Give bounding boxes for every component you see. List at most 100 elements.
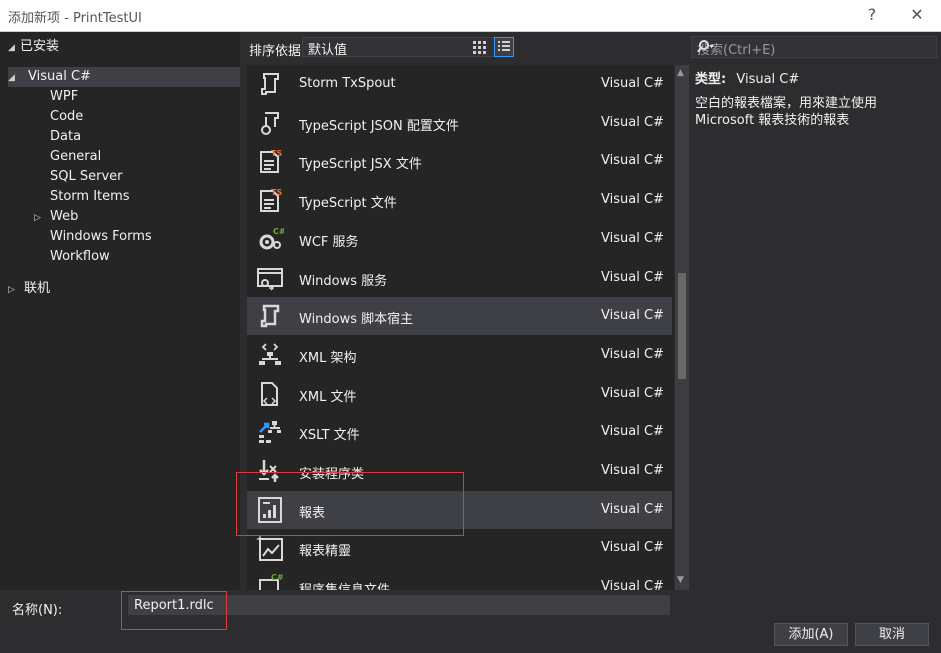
item-language: Visual C#: [601, 192, 664, 208]
item-name: 報表: [299, 505, 326, 521]
expanded-arrow-icon[interactable]: ◢: [8, 68, 20, 88]
item-language: Visual C#: [601, 269, 664, 285]
grid-view-icon: [473, 41, 486, 54]
installer-class-icon: [259, 460, 279, 482]
tree-node-label: Visual C#: [28, 69, 91, 84]
help-button[interactable]: ?: [852, 3, 892, 27]
title-bar: 添加新项 - PrintTestUI ? ✕: [0, 0, 941, 32]
wcf-service-icon: C#: [259, 227, 284, 250]
list-toolbar: 排序依据: 默认值 ▼: [241, 32, 686, 62]
storm-icon: [261, 73, 279, 95]
type-value: Visual C#: [736, 72, 800, 87]
template-tree-pane: ◢ 已安装 ◢ Visual C# WPF Code Data General SQ…: [0, 32, 240, 590]
small-icons-view-button[interactable]: [469, 37, 489, 57]
item-name: WCF 服务: [299, 234, 359, 250]
scrollbar-thumb[interactable]: [678, 273, 686, 379]
cancel-button[interactable]: 取消: [855, 623, 929, 646]
details-view-button[interactable]: [494, 37, 514, 57]
list-item[interactable]: Windows 服务 Visual C#: [247, 259, 672, 297]
template-list: Storm TxSpout Visual C# TypeScript JSON …: [247, 65, 674, 590]
sort-label: 排序依据:: [249, 44, 306, 59]
svg-text:TS: TS: [271, 188, 282, 197]
list-item[interactable]: TS TypeScript JSX 文件 Visual C#: [247, 142, 672, 180]
search-box[interactable]: 搜索(Ctrl+E): [691, 36, 937, 58]
tree-node-label: 已安装: [20, 39, 60, 54]
search-icon[interactable]: [697, 39, 930, 59]
list-item-selected[interactable]: 報表 Visual C#: [247, 490, 672, 529]
list-item[interactable]: 報表精靈 Visual C#: [247, 529, 672, 567]
item-name: Windows 服务: [299, 273, 388, 289]
item-language: Visual C#: [601, 230, 664, 246]
tree-node-workflow[interactable]: Workflow: [50, 247, 110, 267]
item-language: Visual C#: [601, 308, 664, 324]
scroll-down-arrow-icon[interactable]: ▼: [677, 575, 684, 585]
item-name: TypeScript 文件: [299, 196, 397, 212]
item-name: TypeScript JSON 配置文件: [299, 118, 459, 134]
svg-text:C#: C#: [271, 573, 284, 582]
list-item[interactable]: XML 文件 Visual C#: [247, 375, 672, 413]
name-input[interactable]: [128, 595, 670, 615]
tree-node-installed[interactable]: ◢ 已安装: [8, 37, 59, 57]
type-label: 类型:: [695, 72, 727, 87]
name-label: 名称(N):: [12, 603, 63, 618]
list-item[interactable]: 安装程序类 Visual C#: [247, 452, 672, 490]
tree-node-storm-items[interactable]: Storm Items: [50, 187, 130, 207]
list-item[interactable]: XSLT 文件 Visual C#: [247, 413, 672, 451]
tree-node-windows-forms[interactable]: Windows Forms: [50, 227, 152, 247]
list-item[interactable]: XML 架构 Visual C#: [247, 336, 672, 374]
item-language: Visual C#: [601, 463, 664, 478]
list-item[interactable]: Windows 脚本宿主 Visual C#: [247, 297, 672, 336]
tree-node-label: Web: [50, 209, 79, 224]
tree-node-web[interactable]: ▷ Web: [34, 207, 78, 227]
item-language: Visual C#: [601, 501, 664, 517]
xml-schema-icon: [259, 343, 281, 365]
report-wizard-icon: [256, 535, 283, 562]
xslt-file-icon: [259, 421, 281, 444]
tree-node-code[interactable]: Code: [50, 107, 83, 127]
collapsed-arrow-icon[interactable]: ▷: [34, 208, 46, 228]
window-title: 添加新项 - PrintTestUI: [8, 11, 142, 26]
close-button[interactable]: ✕: [897, 3, 937, 27]
tree-node-visual-csharp[interactable]: ◢ Visual C#: [8, 67, 240, 87]
list-item[interactable]: TS TypeScript 文件 Visual C#: [247, 181, 672, 219]
item-name: Windows 脚本宿主: [299, 312, 414, 328]
item-name: XML 文件: [299, 389, 357, 405]
tree-node-online[interactable]: ▷ 联机: [8, 279, 50, 299]
scroll-up-arrow-icon[interactable]: ▲: [677, 68, 684, 78]
list-item[interactable]: C# WCF 服务 Visual C#: [247, 220, 672, 258]
list-item[interactable]: Storm TxSpout Visual C#: [247, 65, 672, 103]
windows-service-icon: [257, 267, 283, 291]
xml-file-icon: [261, 381, 278, 406]
tree-node-general[interactable]: General: [50, 147, 101, 167]
list-view-icon: [498, 41, 510, 51]
item-language: Visual C#: [601, 346, 664, 362]
item-language: Visual C#: [601, 424, 664, 440]
item-language: Visual C#: [601, 76, 664, 91]
typescript-json-icon: [261, 111, 279, 135]
assembly-info-icon: C#: [259, 573, 284, 590]
tree-node-data[interactable]: Data: [50, 127, 81, 147]
add-button[interactable]: 添加(A): [774, 623, 848, 646]
item-name: 安装程序类: [299, 467, 365, 482]
item-name: XSLT 文件: [299, 428, 360, 444]
expanded-arrow-icon[interactable]: ◢: [8, 38, 20, 58]
item-language: Visual C#: [601, 540, 664, 556]
script-host-icon: [260, 304, 280, 328]
list-item[interactable]: C# 程序集信息文件 Visual C#: [247, 568, 672, 590]
item-name: TypeScript JSX 文件: [299, 157, 422, 173]
typescript-file-icon: TS: [260, 149, 282, 174]
bottom-bar: 名称(N): 添加(A) 取消: [0, 590, 941, 653]
typescript-file-icon: TS: [260, 188, 282, 213]
list-scrollbar[interactable]: ▲ ▼: [675, 65, 689, 590]
list-item[interactable]: TypeScript JSON 配置文件 Visual C#: [247, 104, 672, 142]
item-language: Visual C#: [601, 153, 664, 169]
detail-pane: 类型: Visual C# 空白的報表檔案，用來建立使用 Microsoft 報…: [695, 68, 935, 129]
tree-node-label: 联机: [24, 281, 51, 296]
item-language: Visual C#: [601, 385, 664, 401]
report-icon: [258, 496, 282, 523]
tree-node-wpf[interactable]: WPF: [50, 87, 78, 107]
item-language: Visual C#: [601, 579, 664, 590]
item-language: Visual C#: [601, 114, 664, 130]
tree-node-sql-server[interactable]: SQL Server: [50, 167, 123, 187]
collapsed-arrow-icon[interactable]: ▷: [8, 280, 20, 300]
